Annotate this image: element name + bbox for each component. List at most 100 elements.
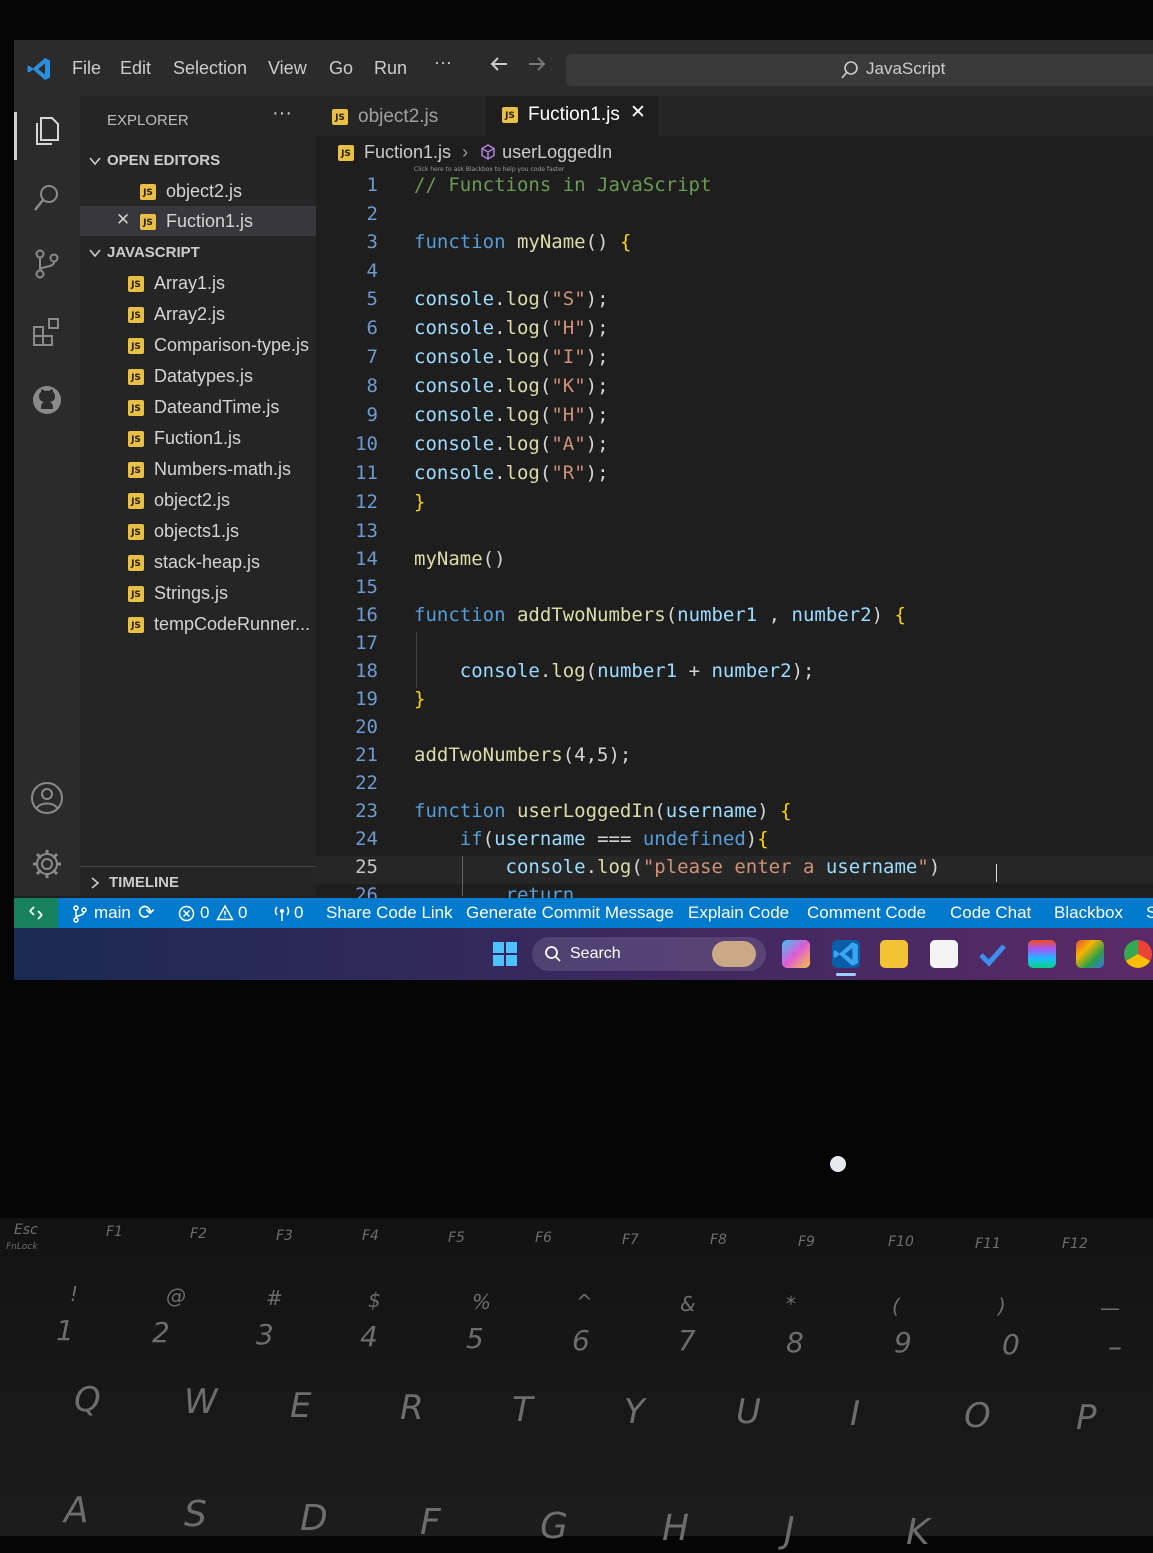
generate-commit-message-button[interactable]: Generate Commit Message <box>466 903 674 923</box>
blackbox-hint[interactable]: Click here to ask Blackbox to help you c… <box>414 166 564 173</box>
command-center-label: JavaScript <box>866 59 946 78</box>
share-code-link-button[interactable]: Share Code Link <box>326 903 453 923</box>
key-symbol: # <box>266 1286 283 1310</box>
command-center-search[interactable]: JavaScript <box>566 54 1153 86</box>
comment-code-button[interactable]: Comment Code <box>807 903 926 923</box>
open-editor-item-active[interactable]: ✕ JS Fuction1.js <box>80 206 316 236</box>
menu-file[interactable]: File <box>72 58 101 79</box>
code-chat-button[interactable]: Code Chat <box>950 903 1031 923</box>
code-line: 17 <box>355 632 378 654</box>
tab-label: object2.js <box>358 106 439 127</box>
file-item[interactable]: JS Comparison-type.js <box>80 330 316 360</box>
tab-object2[interactable]: JS object2.js <box>316 96 484 136</box>
remote-indicator[interactable] <box>14 898 58 928</box>
back-arrow-icon[interactable] <box>488 53 510 75</box>
remote-icon <box>29 906 43 920</box>
vscode-taskbar-icon[interactable] <box>832 940 860 968</box>
ports-count[interactable]: 0 <box>294 903 303 923</box>
breadcrumb: JS Fuction1.js › userLoggedIn <box>338 142 612 163</box>
code-line: 9 console.log("H"); <box>366 404 609 426</box>
file-item[interactable]: JS Datatypes.js <box>80 361 316 391</box>
timeline-header[interactable]: TIMELINE <box>80 868 316 898</box>
js-file-icon: JS <box>128 493 144 510</box>
file-item[interactable]: JS objects1.js <box>80 516 316 546</box>
file-item[interactable]: JS Fuction1.js <box>80 423 316 453</box>
notion-icon[interactable] <box>930 940 958 968</box>
extensions-icon[interactable] <box>29 314 65 350</box>
menu-view[interactable]: View <box>268 58 307 79</box>
open-editor-item[interactable]: JS object2.js <box>80 176 316 206</box>
open-editors-header[interactable]: OPEN EDITORS <box>80 146 316 176</box>
key-e: E <box>290 1386 312 1426</box>
github-icon[interactable] <box>29 382 65 418</box>
file-item[interactable]: JS object2.js <box>80 485 316 515</box>
code-line: 3 function myName() { <box>366 231 632 253</box>
menu-edit[interactable]: Edit <box>120 58 151 79</box>
account-icon[interactable] <box>29 780 65 816</box>
taskbar-search-box[interactable]: Search <box>532 937 766 971</box>
tab-fuction1-active[interactable]: JS Fuction1.js ✕ <box>486 96 658 136</box>
app-icon[interactable] <box>1076 940 1104 968</box>
explorer-more-button[interactable]: ··· <box>272 102 292 125</box>
file-item[interactable]: JS tempCodeRunner... <box>80 609 316 639</box>
code-view[interactable]: 1// Functions in JavaScript 2 3 function … <box>316 174 1153 906</box>
key-4: 4 <box>360 1320 378 1353</box>
file-item[interactable]: JS DateandTime.js <box>80 392 316 422</box>
folder-header[interactable]: JAVASCRIPT <box>80 238 316 268</box>
windows-start-icon[interactable] <box>492 941 518 967</box>
forward-arrow-icon[interactable] <box>526 53 548 75</box>
key-h: H <box>662 1508 690 1549</box>
key-o: O <box>964 1396 991 1436</box>
file-item[interactable]: JS Numbers-math.js <box>80 454 316 484</box>
close-icon[interactable]: ✕ <box>116 210 130 230</box>
keyboard-deck <box>0 1218 1153 1536</box>
file-name: Numbers-math.js <box>154 459 292 479</box>
todo-check-icon[interactable] <box>978 940 1006 968</box>
search-icon[interactable] <box>29 180 65 216</box>
file-name: Fuction1.js <box>154 428 242 448</box>
indent-guide <box>416 632 417 688</box>
sync-icon[interactable]: ⟳ <box>138 900 155 925</box>
menu-more[interactable]: ··· <box>434 52 452 73</box>
breadcrumb-symbol[interactable]: userLoggedIn <box>502 142 612 162</box>
breadcrumb-file[interactable]: Fuction1.js <box>364 142 451 162</box>
key-esc: Esc <box>14 1222 38 1238</box>
key-symbol: * <box>786 1292 796 1316</box>
branch-name[interactable]: main <box>94 903 131 923</box>
js-file-icon: JS <box>128 586 144 603</box>
settings-gear-icon[interactable] <box>29 846 65 882</box>
menu-go[interactable]: Go <box>329 58 353 79</box>
chevron-right-icon <box>91 877 100 889</box>
file-item[interactable]: JS Array2.js <box>80 299 316 329</box>
key-5: 5 <box>466 1322 484 1355</box>
key-7: 7 <box>678 1324 696 1357</box>
menu-run[interactable]: Run <box>374 58 407 79</box>
blackbox-button[interactable]: Blackbox <box>1054 903 1123 923</box>
key-8: 8 <box>786 1326 804 1359</box>
status-overflow-item[interactable]: S <box>1146 903 1153 923</box>
windows-taskbar: Search <box>14 928 1153 980</box>
file-explorer-icon[interactable] <box>880 940 908 968</box>
file-name: object2.js <box>154 490 231 510</box>
explorer-files-icon[interactable] <box>29 112 65 148</box>
branch-icon <box>73 905 87 923</box>
file-item[interactable]: JS Strings.js <box>80 578 316 608</box>
explain-code-button[interactable]: Explain Code <box>688 903 789 923</box>
key-q: Q <box>74 1380 101 1420</box>
search-highlight-icon <box>712 941 756 967</box>
key-symbol: @ <box>166 1284 186 1308</box>
key-f5: F5 <box>448 1230 465 1246</box>
tab-close-icon[interactable]: ✕ <box>630 101 646 124</box>
chrome-icon[interactable] <box>1124 940 1152 968</box>
active-app-indicator <box>836 973 856 976</box>
error-icon <box>178 905 195 922</box>
js-file-icon: JS <box>128 617 144 634</box>
menu-selection[interactable]: Selection <box>173 58 247 79</box>
warning-count[interactable]: 0 <box>238 903 247 923</box>
source-control-icon[interactable] <box>29 246 65 282</box>
figma-icon[interactable] <box>1028 940 1056 968</box>
copilot-icon[interactable] <box>782 940 810 968</box>
file-item[interactable]: JS Array1.js <box>80 268 316 298</box>
file-item[interactable]: JS stack-heap.js <box>80 547 316 577</box>
error-count[interactable]: 0 <box>200 903 209 923</box>
